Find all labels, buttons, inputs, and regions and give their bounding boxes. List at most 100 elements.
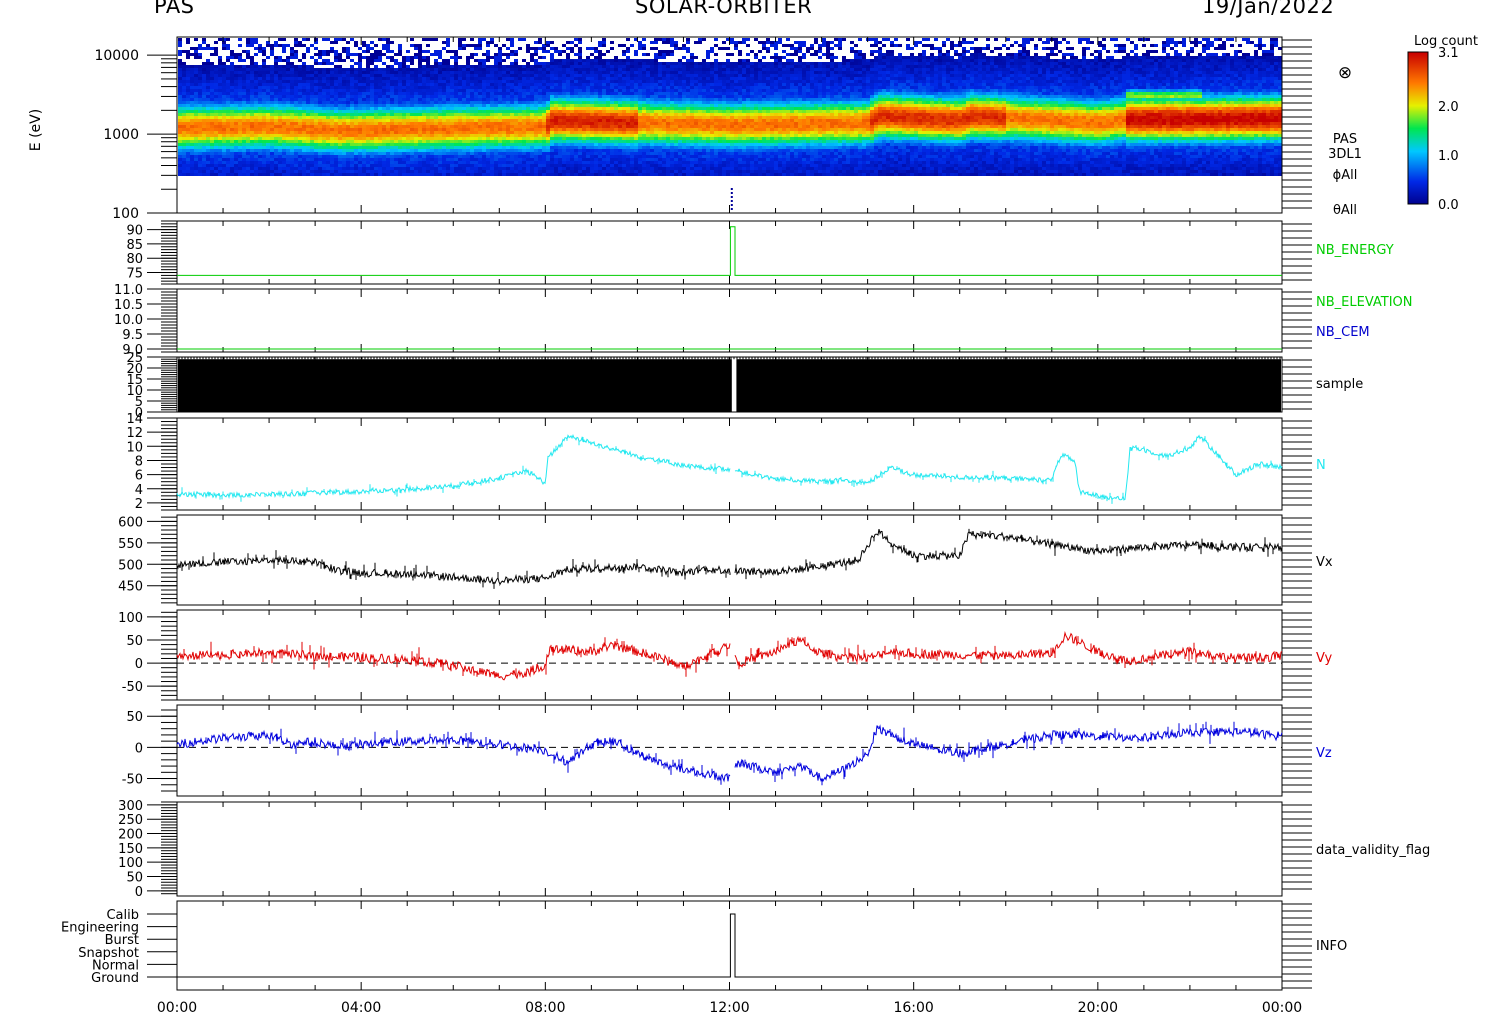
spectrogram-cell [434,83,438,86]
spectrogram-cell [622,146,626,149]
spectrogram-cell [526,68,530,71]
spectrogram-cell [658,56,662,59]
spectrogram-cell [614,74,618,77]
spectrogram-cell [262,77,266,80]
spectrogram-cell [654,101,658,104]
spectrogram-cell [550,134,554,137]
spectrogram-cell [178,41,182,44]
spectrogram-cell [518,164,522,167]
spectrogram-cell [366,107,370,110]
spectrogram-cell [654,167,658,170]
spectrogram-cell [426,149,430,152]
spectrogram-cell [606,86,610,89]
spectrogram-cell [230,107,234,110]
spectrogram-cell [610,47,614,50]
spectrogram-cell [222,125,226,128]
spectrogram-cell [198,125,202,128]
spectrogram-cell [226,158,230,161]
spectrogram-cell [466,44,470,47]
spectrogram-cell [294,41,298,44]
spectrogram-cell [602,107,606,110]
spectrogram-cell [450,65,454,68]
spectrogram-cell [582,83,586,86]
spectrogram-cell [594,164,598,167]
spectrogram-cell [486,50,490,53]
spectrogram-cell [254,140,258,143]
spectrogram-cell [454,140,458,143]
spectrogram-cell [382,116,386,119]
spectrogram-cell [498,59,502,62]
spectrogram-cell [654,74,658,77]
spectrogram-cell [350,149,354,152]
spectrogram-cell [314,146,318,149]
spectrogram-cell [478,164,482,167]
spectrogram-cell [530,128,534,131]
spectrogram-cell [550,86,554,89]
spectrogram-cell [386,173,390,176]
spectrogram-cell [514,74,518,77]
spectrogram-cell [510,107,514,110]
spectrogram-cell [498,101,502,104]
spectrogram-cell [218,74,222,77]
spectrogram-cell [486,92,490,95]
spectrogram-cell [266,92,270,95]
spectrogram-cell [458,113,462,116]
spectrogram-cell [582,86,586,89]
spectrogram-cell [654,65,658,68]
spectrogram-cell [646,158,650,161]
spectrogram-cell [626,89,630,92]
spectrogram-cell [290,134,294,137]
spectrogram-cell [450,80,454,83]
spectrogram-cell [386,80,390,83]
spectrogram-cell [330,140,334,143]
spectrogram-cell [442,71,446,74]
spectrogram-cell [258,65,262,68]
spectrogram-cell [502,149,506,152]
spectrogram-cell [554,107,558,110]
spectrogram-cell [354,122,358,125]
spectrogram-cell [490,101,494,104]
spectrogram-cell [394,146,398,149]
spectrogram-cell [374,137,378,140]
spectrogram-cell [334,89,338,92]
spectrogram-cell [254,143,258,146]
spectrogram-cell [482,80,486,83]
spectrogram-cell [498,140,502,143]
spectrogram-cell [554,92,558,95]
spectrogram-cell [566,68,570,71]
spectrogram-cell [470,98,474,101]
spectrogram-cell [222,62,226,65]
spectrogram-cell [302,98,306,101]
spectrogram-cell [534,161,538,164]
spectrogram-cell [498,116,502,119]
spectrogram-cell [582,173,586,176]
spectrogram-cell [218,155,222,158]
spectrogram-cell [394,122,398,125]
spectrogram-cell [546,68,550,71]
spectrogram-cell [550,110,554,113]
spectrogram-cell [358,146,362,149]
spectrogram-cell [446,65,450,68]
spectrogram-cell [314,143,318,146]
spectrogram-cell [642,68,646,71]
spectrogram-cell [254,149,258,152]
spectrogram-cell [626,59,630,62]
spectrogram-cell [614,65,618,68]
spectrogram-cell [546,146,550,149]
spectrogram-cell [654,122,658,125]
spectrogram-cell [494,152,498,155]
spectrogram-cell [474,113,478,116]
spectrogram-cell [510,65,514,68]
spectrogram-cell [442,104,446,107]
spectrogram-cell [494,104,498,107]
spectrogram-cell [442,143,446,146]
spectrogram-cell [286,152,290,155]
spectrogram-cell [194,56,198,59]
spectrogram-cell [370,110,374,113]
spectrogram-cell [658,95,662,98]
spectrogram-cell [554,101,558,104]
spectrogram-cell [262,119,266,122]
spectrogram-cell [510,110,514,113]
spectrogram-cell [374,68,378,71]
spectrogram-cell [466,116,470,119]
